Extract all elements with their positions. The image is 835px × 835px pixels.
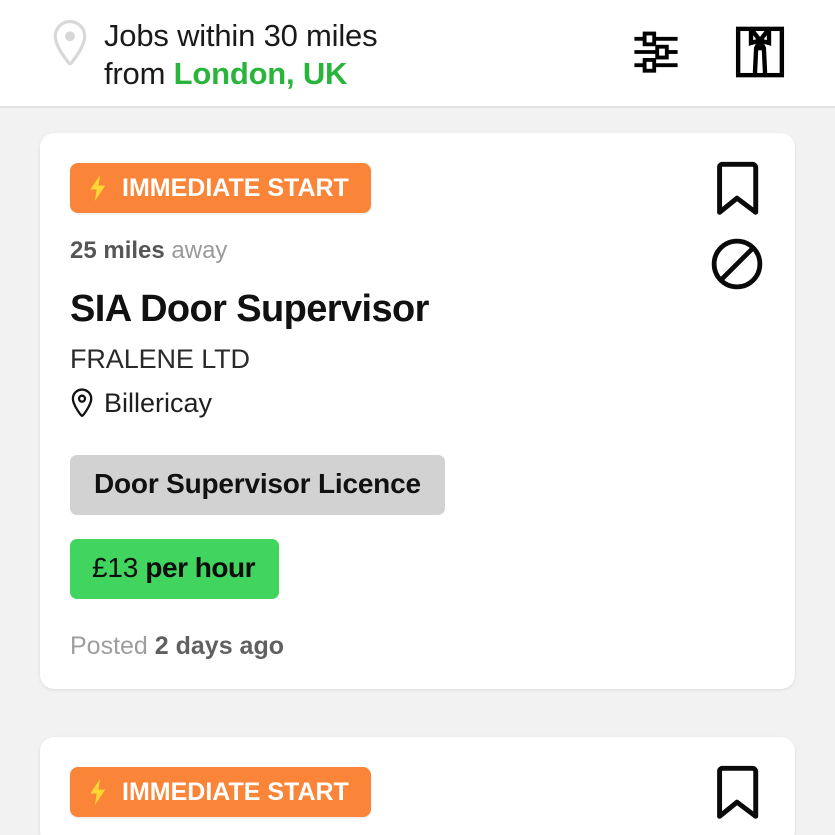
header-location-value: London, UK <box>173 56 348 91</box>
block-icon <box>710 237 764 294</box>
job-card-actions <box>709 161 765 293</box>
job-card-body: IMMEDIATE START 25 miles away SIA Door S… <box>70 163 767 661</box>
filter-button[interactable] <box>629 26 683 80</box>
header-title-line2-prefix: from <box>104 56 174 91</box>
immediate-start-badge: IMMEDIATE START <box>70 767 371 817</box>
pay-amount: £13 <box>92 552 139 583</box>
header-location-summary: Jobs within 30 miles from London, UK <box>50 13 629 93</box>
immediate-start-label: IMMEDIATE START <box>122 173 349 202</box>
immediate-start-label: IMMEDIATE START <box>122 777 349 806</box>
job-location-label: Billericay <box>104 388 213 418</box>
licence-requirement-chip: Door Supervisor Licence <box>70 455 445 515</box>
save-job-button[interactable] <box>709 765 765 821</box>
app-header: Jobs within 30 miles from London, UK <box>0 0 835 108</box>
header-actions <box>629 26 801 80</box>
location-pin-icon <box>50 19 90 67</box>
bookmark-icon <box>714 160 760 219</box>
job-posted-value: 2 days ago <box>154 632 285 660</box>
job-distance-suffix: away <box>164 237 228 264</box>
job-title[interactable]: SIA Door Supervisor <box>70 287 657 331</box>
job-distance-value: 25 miles <box>70 237 165 264</box>
job-card[interactable]: IMMEDIATE START 25 miles away SIA Door S… <box>40 133 795 689</box>
job-card[interactable]: IMMEDIATE START <box>40 737 795 835</box>
job-card-body: IMMEDIATE START <box>70 767 767 817</box>
bookmark-icon <box>714 764 760 823</box>
header-title-line1: Jobs within 30 miles <box>104 18 378 53</box>
map-pin-icon <box>70 388 94 418</box>
save-job-button[interactable] <box>709 161 765 217</box>
filter-sliders-icon <box>632 28 680 79</box>
shirt-tie-icon <box>734 25 786 82</box>
page-title: Jobs within 30 miles from London, UK <box>104 17 378 93</box>
job-posted-prefix: Posted <box>70 632 155 660</box>
lightning-bolt-icon <box>88 779 108 805</box>
pay-unit: per hour <box>138 552 255 583</box>
immediate-start-badge: IMMEDIATE START <box>70 163 371 213</box>
job-location: Billericay <box>70 387 657 419</box>
job-posted: Posted 2 days ago <box>70 631 657 661</box>
job-distance: 25 miles away <box>70 237 657 265</box>
lightning-bolt-icon <box>88 175 108 201</box>
job-company: FRALENE LTD <box>70 344 250 374</box>
job-feed[interactable]: IMMEDIATE START 25 miles away SIA Door S… <box>0 108 835 835</box>
pay-rate-chip: £13 per hour <box>70 539 279 599</box>
job-card-actions <box>709 765 765 821</box>
profile-button[interactable] <box>733 26 787 80</box>
hide-job-button[interactable] <box>709 237 765 293</box>
